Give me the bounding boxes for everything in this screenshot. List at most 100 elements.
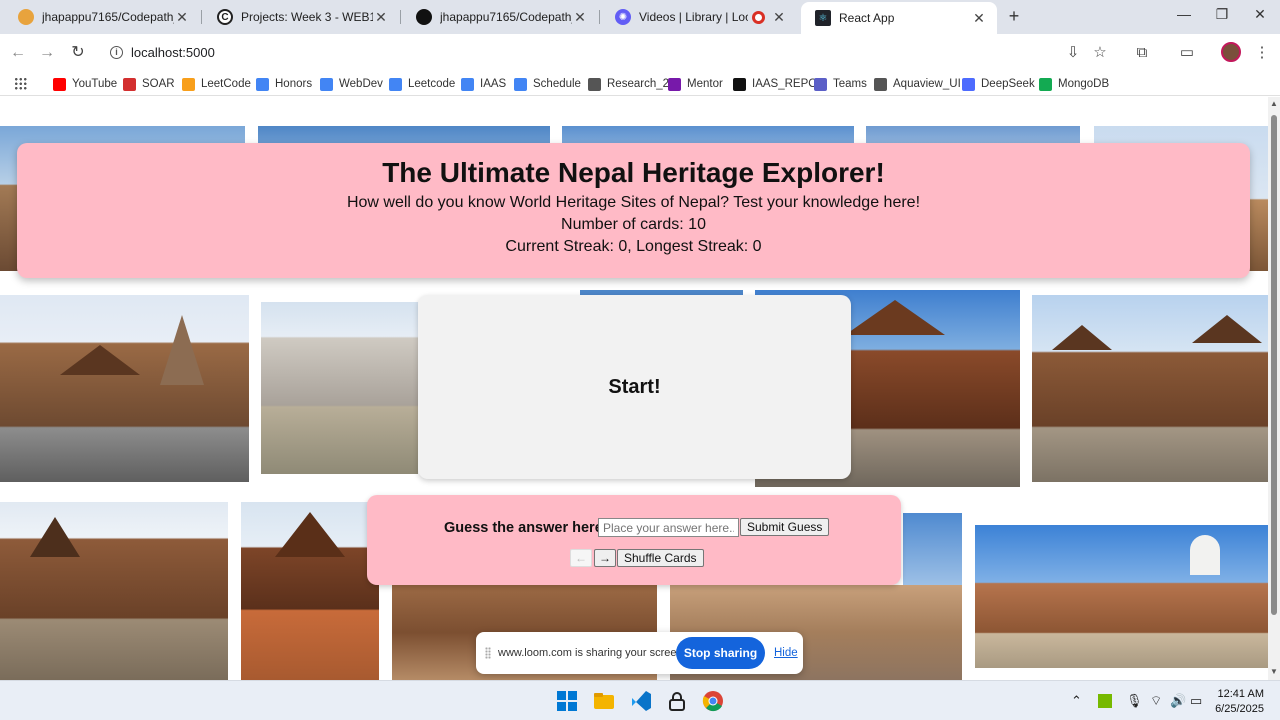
bookmark-teams[interactable]: Teams	[814, 76, 867, 92]
bookmark-label: Leetcode	[408, 78, 456, 90]
nvidia-icon[interactable]	[1098, 694, 1112, 708]
screen-share-notification: www.loom.com is sharing your screen. Sto…	[476, 632, 803, 674]
tab-codepath-2[interactable]: jhapappu7165/Codepath_2 - m ✕	[4, 0, 200, 34]
bookmark-label: LeetCode	[201, 78, 251, 90]
bookmark-honors[interactable]: Honors	[256, 76, 312, 92]
drag-handle-icon[interactable]	[485, 647, 491, 659]
windows-start-icon[interactable]	[556, 690, 578, 712]
bookmark-deepseek[interactable]: DeepSeek	[962, 76, 1035, 92]
heritage-photo	[261, 302, 418, 474]
bookmark-iaas[interactable]: IAAS	[461, 76, 506, 92]
page-title: The Ultimate Nepal Heritage Explorer!	[382, 157, 885, 188]
header-banner: The Ultimate Nepal Heritage Explorer! Ho…	[17, 143, 1250, 278]
battery-icon[interactable]: ▭	[1190, 693, 1202, 709]
bookmark-mongodb[interactable]: MongoDB	[1039, 76, 1109, 92]
install-app-icon[interactable]: ⇩	[1063, 43, 1083, 63]
bookmark-label: IAAS	[480, 78, 507, 90]
tab-projects-week3[interactable]: C Projects: Week 3 - WEB102 | Int ✕	[203, 0, 399, 34]
bookmark-favicon-icon	[389, 77, 402, 91]
github-icon	[416, 9, 432, 25]
heritage-photo	[975, 525, 1268, 668]
bookmark-leetcode[interactable]: Leetcode	[389, 76, 455, 92]
streak-status: Current Streak: 0, Longest Streak: 0	[505, 238, 762, 255]
site-info-icon[interactable]: i	[110, 46, 123, 59]
close-icon[interactable]: ✕	[174, 9, 190, 26]
bookmark-mentor[interactable]: Mentor	[668, 76, 723, 92]
flashcard[interactable]: Start!	[418, 295, 851, 479]
close-icon[interactable]: ✕	[771, 9, 787, 26]
bookmark-label: Teams	[833, 78, 867, 90]
tab-loom[interactable]: ✺ Videos | Library | Loom ✕	[601, 0, 797, 34]
answer-input[interactable]	[598, 518, 739, 537]
next-card-button[interactable]: →	[594, 549, 616, 567]
bookmark-webdev[interactable]: WebDev	[320, 76, 383, 92]
bookmark-soar[interactable]: SOAR	[123, 76, 175, 92]
restore-icon[interactable]: ❐	[1212, 6, 1232, 23]
bookmark-label: DeepSeek	[981, 78, 1035, 90]
back-icon[interactable]: ←	[8, 43, 28, 63]
tab-codepath-1[interactable]: jhapappu7165/Codepath_1 ✕	[402, 0, 598, 34]
tab-title: jhapappu7165/Codepath_1	[440, 10, 572, 24]
codepath-icon: C	[217, 9, 233, 25]
reload-icon[interactable]: ↻	[68, 43, 88, 63]
page-scrollbar[interactable]: ▲ ▼	[1268, 97, 1280, 680]
apps-grid-icon[interactable]	[14, 77, 27, 90]
card-count: Number of cards: 10	[561, 216, 706, 233]
bookmark-favicon-icon	[320, 77, 333, 91]
bookmark-label: YouTube	[72, 78, 118, 90]
file-explorer-icon[interactable]	[593, 690, 615, 712]
tab-react-app[interactable]: ⚛ React App ✕	[801, 2, 997, 34]
close-window-icon[interactable]: ✕	[1250, 6, 1270, 23]
volume-icon[interactable]: 🔊	[1170, 693, 1186, 709]
minimize-icon[interactable]: —	[1174, 6, 1194, 22]
bookmark-star-icon[interactable]: ☆	[1090, 43, 1110, 63]
close-icon[interactable]: ✕	[971, 10, 987, 27]
guess-label: Guess the answer here:	[444, 520, 608, 536]
bookmark-label: Aquaview_UI	[893, 78, 961, 90]
shuffle-cards-button[interactable]: Shuffle Cards	[617, 549, 704, 567]
previous-card-button[interactable]: ←	[570, 549, 592, 567]
scrollbar-thumb[interactable]	[1271, 115, 1277, 615]
forward-icon[interactable]: →	[37, 43, 57, 63]
new-tab-icon[interactable]: +	[1004, 6, 1024, 26]
bookmark-favicon-icon	[123, 77, 136, 91]
chrome-icon[interactable]	[702, 690, 724, 712]
bookmark-label: WebDev	[339, 78, 383, 90]
submit-guess-button[interactable]: Submit Guess	[740, 518, 830, 536]
show-hidden-icons-icon[interactable]: ⌃	[1071, 693, 1082, 709]
stop-sharing-button[interactable]: Stop sharing	[676, 637, 765, 669]
bookmark-leetcode[interactable]: LeetCode	[182, 76, 251, 92]
lock-app-icon[interactable]	[666, 690, 688, 712]
bookmark-favicon-icon	[733, 77, 746, 91]
bookmark-aquaview-ui[interactable]: Aquaview_UI	[874, 76, 961, 92]
extensions-icon[interactable]: ⧉	[1132, 43, 1152, 63]
close-icon[interactable]: ✕	[373, 9, 389, 26]
bookmark-favicon-icon	[256, 77, 269, 91]
bookmark-favicon-icon	[53, 77, 66, 91]
vscode-icon[interactable]	[630, 690, 652, 712]
recording-icon	[752, 10, 765, 24]
avatar[interactable]	[1221, 42, 1241, 62]
tab-title: Projects: Week 3 - WEB102 | Int	[241, 10, 373, 24]
tab-search-icon[interactable]: ▭	[1177, 43, 1197, 63]
hide-link[interactable]: Hide	[774, 647, 798, 659]
scroll-down-icon[interactable]: ▼	[1270, 667, 1278, 676]
wifi-icon[interactable]: ⌔	[1150, 693, 1162, 709]
close-icon[interactable]: ✕	[572, 9, 588, 26]
microphone-icon[interactable]: 🎙	[1126, 693, 1143, 709]
bookmark-iaas-repo[interactable]: IAAS_REPO	[733, 76, 817, 92]
tab-title: React App	[839, 11, 895, 25]
bookmark-favicon-icon	[514, 77, 527, 91]
flashcard-text: Start!	[608, 375, 661, 398]
bookmark-favicon-icon	[1039, 77, 1052, 91]
bookmark-research-2[interactable]: Research_2	[588, 76, 669, 92]
bookmark-favicon-icon	[588, 77, 601, 91]
taskbar: ⌃ 🎙 ⌔ 🔊 ▭ 12:41 AM 6/25/2025	[0, 680, 1280, 720]
address-bar[interactable]: i localhost:5000	[100, 40, 1120, 66]
share-message: www.loom.com is sharing your screen.	[498, 647, 686, 659]
scroll-up-icon[interactable]: ▲	[1270, 99, 1278, 108]
bookmark-schedule[interactable]: Schedule	[514, 76, 581, 92]
menu-icon[interactable]: ⋮	[1252, 43, 1272, 63]
system-clock[interactable]: 12:41 AM 6/25/2025	[1212, 687, 1264, 717]
bookmark-youtube[interactable]: YouTube	[53, 76, 117, 92]
